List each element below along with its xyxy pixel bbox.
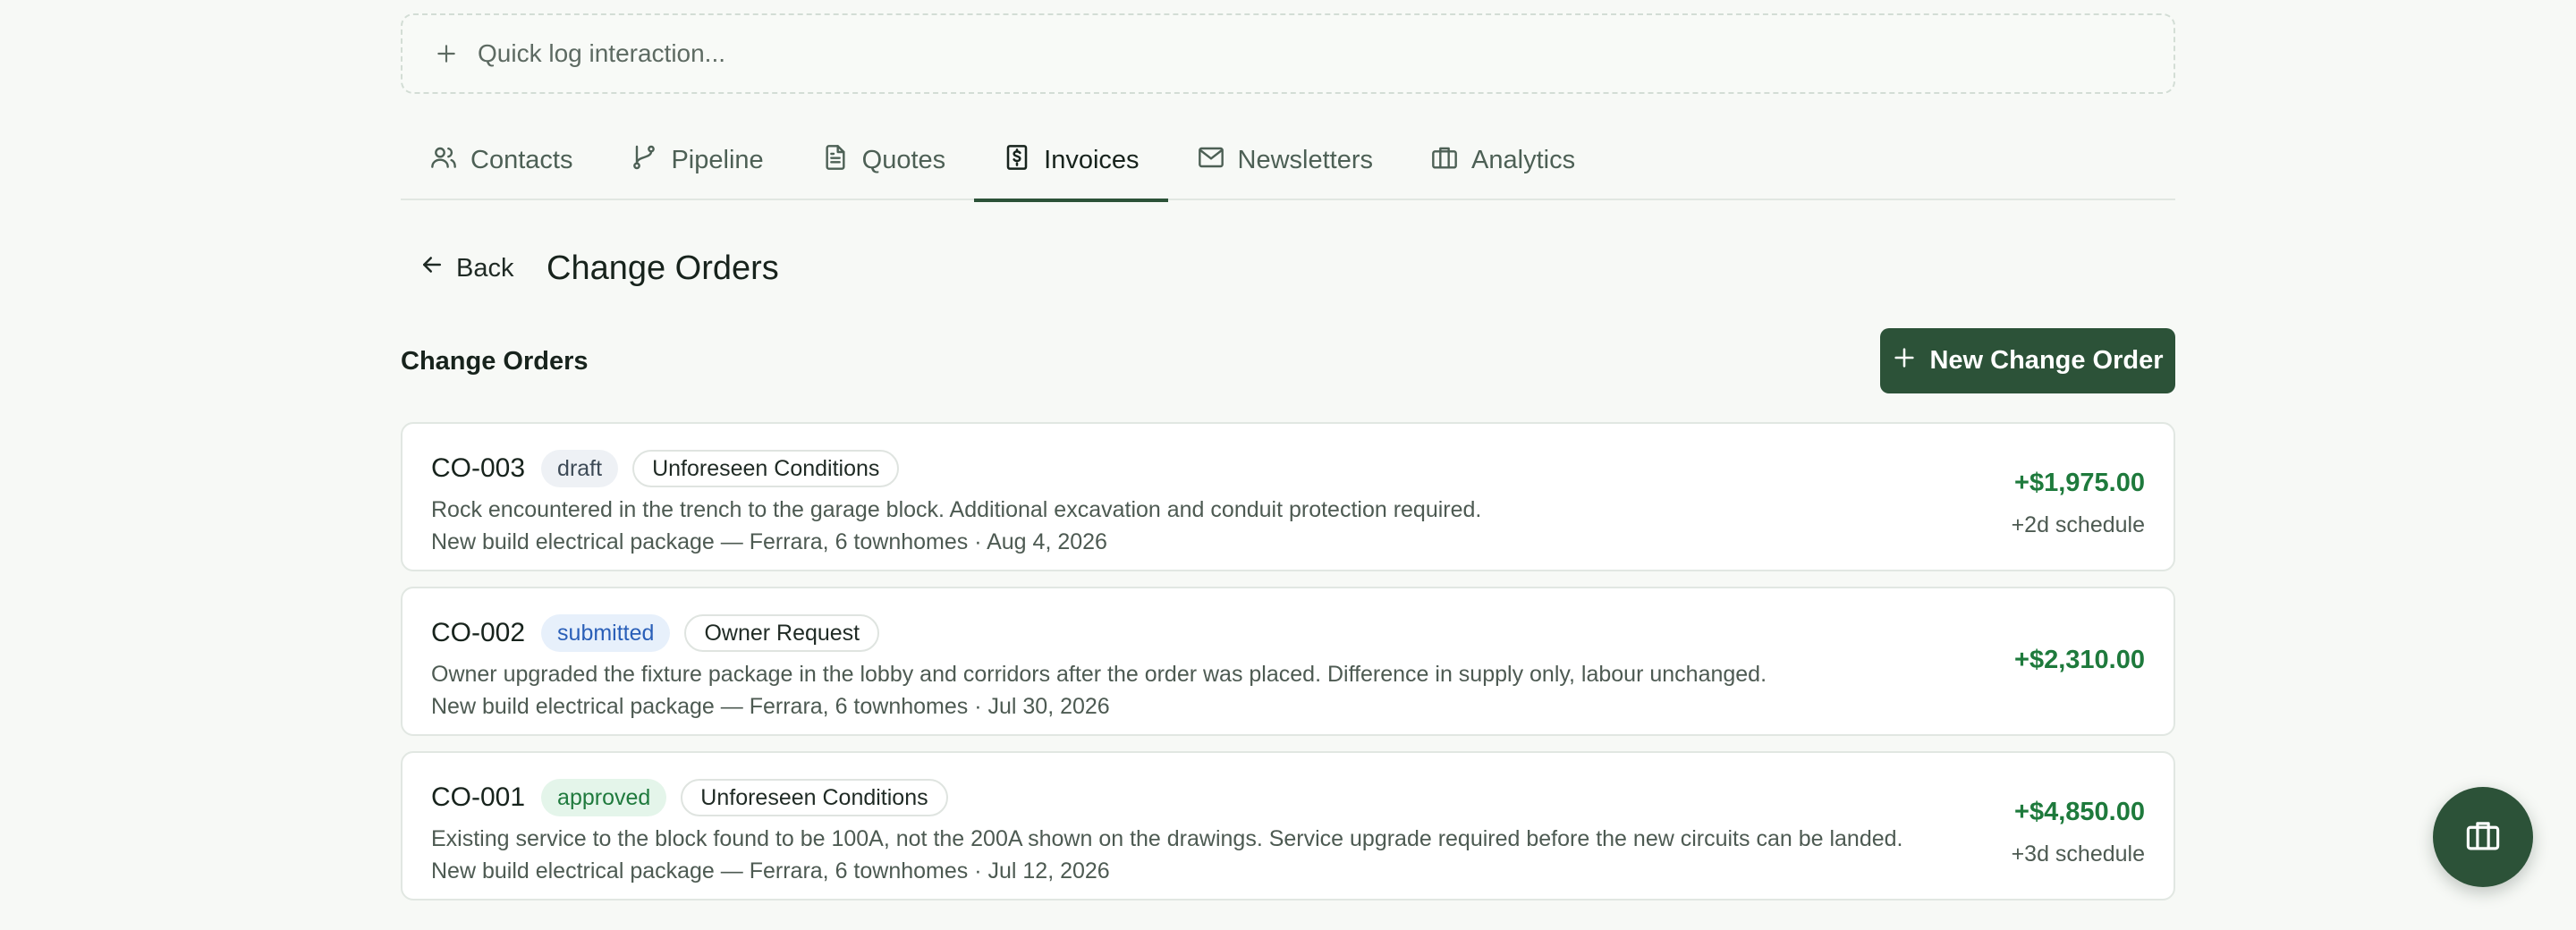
quick-log-placeholder: Quick log interaction... xyxy=(478,39,726,67)
change-order-description: Owner upgraded the fixture package in th… xyxy=(431,662,1767,687)
change-order-meta: New build electrical package — Ferrara, … xyxy=(431,858,1110,884)
receipt-dollar-icon xyxy=(1003,143,1031,179)
tab-newsletters[interactable]: Newsletters xyxy=(1168,121,1402,200)
back-button[interactable]: Back xyxy=(419,247,513,290)
status-badge: draft xyxy=(541,450,619,487)
card-header: CO-001 approved Unforeseen Conditions xyxy=(431,776,948,819)
change-order-code: CO-001 xyxy=(431,782,526,812)
git-branch-icon xyxy=(630,143,658,179)
tab-label: Invoices xyxy=(1044,146,1140,174)
change-order-amount: +$2,310.00 xyxy=(2014,646,2145,674)
category-badge: Unforeseen Conditions xyxy=(681,779,948,816)
plus-icon xyxy=(1892,345,1917,377)
tab-invoices[interactable]: Invoices xyxy=(974,121,1168,202)
change-order-description: Rock encountered in the trench to the ga… xyxy=(431,497,1482,522)
briefcase-icon xyxy=(2464,816,2502,858)
briefcase-icon xyxy=(1430,143,1459,179)
tab-label: Newsletters xyxy=(1237,146,1374,174)
schedule-impact: +3d schedule xyxy=(2011,841,2145,867)
plus-icon xyxy=(435,42,458,65)
file-text-icon xyxy=(821,143,850,179)
page-title: Change Orders xyxy=(547,249,779,287)
tab-label: Pipeline xyxy=(671,146,764,174)
main-tabs: Contacts Pipeline Quotes Invoices Newsle… xyxy=(401,121,2175,202)
change-order-code: CO-002 xyxy=(431,618,526,647)
change-order-amount: +$1,975.00 xyxy=(2014,469,2145,497)
tab-label: Quotes xyxy=(861,146,946,174)
tab-contacts[interactable]: Contacts xyxy=(401,121,601,200)
change-order-code: CO-003 xyxy=(431,453,526,483)
tab-pipeline[interactable]: Pipeline xyxy=(601,121,792,200)
change-order-card[interactable]: CO-002 submitted Owner Request Owner upg… xyxy=(401,587,2175,736)
status-badge: submitted xyxy=(541,614,671,652)
tab-label: Analytics xyxy=(1471,146,1576,174)
new-change-order-label: New Change Order xyxy=(1929,346,2164,375)
category-badge: Owner Request xyxy=(684,614,880,652)
change-order-amount: +$4,850.00 xyxy=(2014,798,2145,826)
tab-label: Contacts xyxy=(470,146,573,174)
new-change-order-button[interactable]: New Change Order xyxy=(1880,328,2175,393)
change-order-meta: New build electrical package — Ferrara, … xyxy=(431,529,1107,554)
back-label: Back xyxy=(456,253,514,283)
change-order-card[interactable]: CO-001 approved Unforeseen Conditions Ex… xyxy=(401,751,2175,900)
tab-quotes[interactable]: Quotes xyxy=(792,121,975,200)
arrow-left-icon xyxy=(419,251,445,285)
category-badge: Unforeseen Conditions xyxy=(632,450,900,487)
tab-analytics[interactable]: Analytics xyxy=(1402,121,1604,200)
change-order-meta: New build electrical package — Ferrara, … xyxy=(431,694,1110,719)
section-title: Change Orders xyxy=(401,346,589,376)
change-order-description: Existing service to the block found to b… xyxy=(431,826,1903,851)
schedule-impact: +2d schedule xyxy=(2011,512,2145,537)
card-header: CO-003 draft Unforeseen Conditions xyxy=(431,447,900,490)
card-header: CO-002 submitted Owner Request xyxy=(431,612,880,655)
users-icon xyxy=(429,143,458,179)
quick-log-input[interactable]: Quick log interaction... xyxy=(401,13,2175,94)
floating-action-button[interactable] xyxy=(2433,787,2533,887)
change-order-card[interactable]: CO-003 draft Unforeseen Conditions Rock … xyxy=(401,422,2175,571)
status-badge: approved xyxy=(541,779,667,816)
mail-icon xyxy=(1197,143,1225,179)
